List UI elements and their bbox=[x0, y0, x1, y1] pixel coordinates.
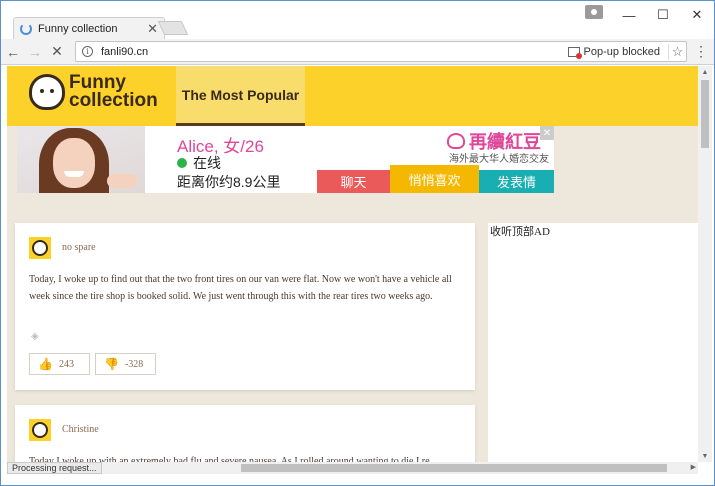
post-card: no spare Today, I woke up to find out th… bbox=[15, 223, 475, 390]
upvote-button[interactable]: 👍 243 bbox=[29, 353, 90, 375]
profile-icon[interactable] bbox=[585, 5, 603, 19]
avatar[interactable] bbox=[29, 237, 51, 259]
ad-chat-button[interactable]: 聊天 bbox=[317, 170, 390, 193]
scroll-right-icon[interactable]: ▶ bbox=[691, 462, 696, 474]
popup-blocked-label[interactable]: Pop-up blocked bbox=[584, 46, 660, 58]
tab-strip: Funny collection ✕ — ☐ ✕ bbox=[1, 1, 714, 39]
tab-close-icon[interactable]: ✕ bbox=[147, 21, 158, 37]
heart-icon bbox=[447, 133, 465, 149]
browser-toolbar: ← → ✕ i fanli90.cn Pop-up blocked ☆ ⋮ bbox=[1, 39, 714, 65]
scroll-up-icon[interactable]: ▲ bbox=[698, 66, 712, 78]
ad-whisper-button[interactable]: 悄悄喜欢 bbox=[390, 165, 479, 193]
logo-face-icon bbox=[29, 74, 65, 110]
horizontal-scrollbar[interactable]: ▶ bbox=[7, 462, 698, 474]
online-dot-icon bbox=[177, 158, 187, 168]
thumbs-down-icon: 👎 bbox=[104, 356, 119, 371]
avatar[interactable] bbox=[29, 419, 51, 441]
nav-most-popular[interactable]: The Most Popular bbox=[176, 66, 305, 126]
scroll-down-icon[interactable]: ▼ bbox=[698, 450, 712, 462]
page-viewport: Funny collection The Most Popular Alice,… bbox=[7, 66, 698, 462]
logo-line2: collection bbox=[69, 90, 158, 111]
forward-button[interactable]: → bbox=[25, 42, 45, 62]
site-header: Funny collection The Most Popular bbox=[7, 66, 698, 126]
downvote-button[interactable]: 👎 -328 bbox=[95, 353, 156, 375]
post-card: Christine Today I woke up with an extrem… bbox=[15, 405, 475, 462]
post-author[interactable]: Christine bbox=[62, 424, 99, 435]
back-button[interactable]: ← bbox=[3, 42, 23, 62]
ad-distance: 距离你约8.9公里 bbox=[177, 174, 281, 190]
tag-icon[interactable]: ◈ bbox=[31, 331, 39, 342]
info-icon[interactable]: i bbox=[82, 46, 93, 57]
vertical-scrollbar[interactable]: ▲ ▼ bbox=[698, 66, 712, 462]
ad-banner[interactable]: Alice, 女/26 在线 距离你约8.9公里 再續紅豆 海外最大华人婚恋交友… bbox=[17, 126, 554, 193]
browser-window: Funny collection ✕ — ☐ ✕ ← → ✕ i fanli90… bbox=[0, 0, 715, 486]
browser-menu-icon[interactable]: ⋮ bbox=[694, 43, 708, 60]
post-text: Today I woke up with an extremely bad fl… bbox=[29, 456, 438, 462]
horizontal-scroll-thumb[interactable] bbox=[241, 464, 667, 472]
address-bar[interactable]: i fanli90.cn Pop-up blocked ☆ bbox=[75, 41, 687, 62]
stop-button[interactable]: ✕ bbox=[47, 42, 67, 62]
status-bar: Processing request... bbox=[7, 462, 102, 474]
ad-emoji-button[interactable]: 发表情 bbox=[479, 170, 554, 193]
popup-blocked-icon[interactable] bbox=[567, 46, 582, 59]
ad-online-status: 在线 bbox=[177, 153, 221, 173]
downvote-count: -328 bbox=[124, 358, 144, 370]
upvote-count: 243 bbox=[58, 358, 74, 370]
vertical-scroll-thumb[interactable] bbox=[701, 80, 709, 148]
window-controls: — ☐ ✕ bbox=[612, 1, 714, 29]
tab-title: Funny collection bbox=[38, 22, 118, 35]
ad-photo[interactable] bbox=[17, 126, 145, 193]
browser-tab[interactable]: Funny collection ✕ bbox=[13, 17, 165, 39]
new-tab-button[interactable] bbox=[157, 21, 189, 35]
thumbs-up-icon: 👍 bbox=[38, 356, 53, 371]
sidebar-ad-label: 收听顶部AD bbox=[490, 226, 550, 238]
close-window-button[interactable]: ✕ bbox=[680, 1, 714, 29]
sidebar-ad: 收听顶部AD bbox=[488, 223, 698, 462]
minimize-button[interactable]: — bbox=[612, 1, 646, 29]
loading-spinner-icon bbox=[20, 22, 32, 35]
ad-tagline: 海外最大华人婚恋交友 bbox=[449, 154, 549, 165]
ad-online-label: 在线 bbox=[193, 155, 221, 171]
url-text[interactable]: fanli90.cn bbox=[101, 46, 568, 58]
ad-close-icon[interactable]: ✕ bbox=[540, 126, 554, 140]
logo-text: Funny collection bbox=[69, 73, 158, 111]
site-logo[interactable]: Funny collection bbox=[29, 73, 158, 111]
bookmark-star-icon[interactable]: ☆ bbox=[668, 43, 686, 60]
post-text: Today, I woke up to find out that the tw… bbox=[29, 274, 452, 302]
maximize-button[interactable]: ☐ bbox=[646, 1, 680, 29]
post-author[interactable]: no spare bbox=[62, 242, 96, 253]
